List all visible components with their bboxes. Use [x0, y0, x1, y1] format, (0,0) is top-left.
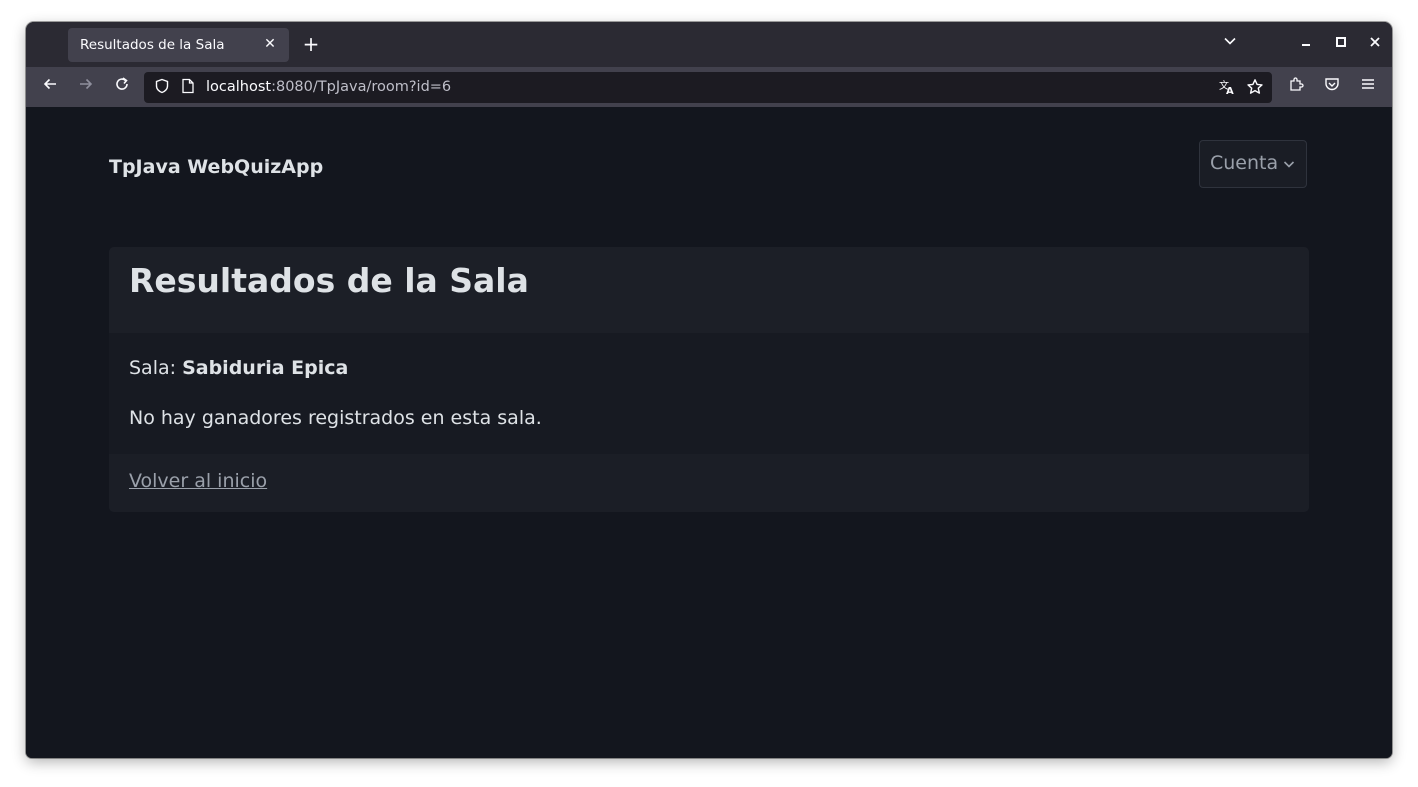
list-all-tabs-icon[interactable]: [1217, 32, 1243, 58]
minimize-icon[interactable]: [1293, 32, 1319, 58]
account-dropdown-button[interactable]: Cuenta: [1199, 140, 1307, 188]
back-icon[interactable]: [36, 73, 64, 101]
url-bar[interactable]: localhost:8080/TpJava/room?id=6 文A: [144, 72, 1272, 103]
room-line: Sala: Sabiduria Epica: [129, 357, 348, 379]
back-home-link[interactable]: Volver al inicio: [129, 470, 267, 492]
extensions-icon[interactable]: [1282, 73, 1310, 101]
tab-close-icon[interactable]: ✕: [259, 33, 281, 55]
menu-icon[interactable]: [1354, 73, 1382, 101]
bookmark-star-icon[interactable]: [1245, 78, 1265, 98]
page-viewport: TpJava WebQuizApp Cuenta Resultados de l…: [26, 107, 1392, 758]
card-body: Sala: Sabiduria Epica No hay ganadores r…: [109, 333, 1309, 454]
room-name: Sabiduria Epica: [182, 357, 349, 379]
url-host: localhost: [206, 79, 272, 95]
url-path: :8080/TpJava/room?id=6: [271, 79, 452, 95]
shield-icon[interactable]: [152, 78, 172, 98]
card-header: Resultados de la Sala: [109, 247, 1309, 333]
navigation-toolbar: localhost:8080/TpJava/room?id=6 文A: [26, 67, 1392, 107]
new-tab-button[interactable]: +: [298, 32, 324, 58]
close-window-icon[interactable]: [1362, 32, 1388, 58]
translate-icon[interactable]: 文A: [1217, 78, 1237, 98]
reload-icon[interactable]: [108, 73, 136, 101]
page-title: Resultados de la Sala: [129, 261, 529, 300]
forward-icon[interactable]: [72, 73, 100, 101]
navbar-brand[interactable]: TpJava WebQuizApp: [109, 156, 323, 178]
maximize-icon[interactable]: [1328, 32, 1354, 58]
pocket-icon[interactable]: [1318, 73, 1346, 101]
page-icon[interactable]: [178, 78, 198, 98]
url-text[interactable]: localhost:8080/TpJava/room?id=6: [206, 79, 451, 95]
results-card: Resultados de la Sala Sala: Sabiduria Ep…: [109, 247, 1309, 512]
room-label: Sala:: [129, 357, 183, 379]
tab-active[interactable]: Resultados de la Sala ✕: [68, 28, 289, 62]
account-dropdown-label: Cuenta: [1210, 152, 1279, 174]
tab-title: Resultados de la Sala: [80, 37, 225, 53]
card-footer: Volver al inicio: [109, 454, 1309, 512]
no-winners-message: No hay ganadores registrados en esta sal…: [129, 407, 542, 429]
chevron-down-icon: [1282, 156, 1296, 170]
svg-text:A: A: [1226, 86, 1234, 96]
browser-window: Resultados de la Sala ✕ + localhost:8080…: [26, 22, 1392, 758]
tab-strip: Resultados de la Sala ✕ +: [26, 22, 1392, 67]
